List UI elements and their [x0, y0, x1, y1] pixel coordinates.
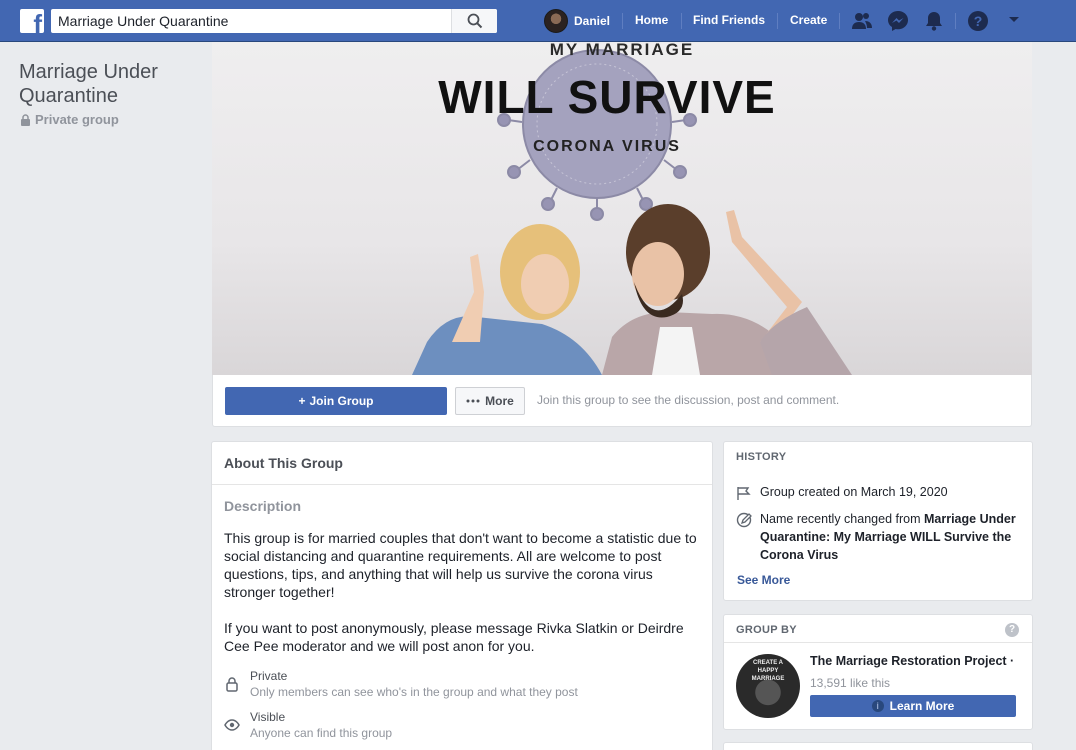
search-button[interactable]	[451, 9, 497, 33]
visibility-title: Visible	[250, 710, 286, 724]
find-friends-link[interactable]: Find Friends	[693, 13, 765, 27]
home-link[interactable]: Home	[635, 13, 668, 27]
cover-photo[interactable]: MY MARRIAGE WILL SURVIVE CORONA VIRUS	[212, 42, 1032, 375]
learn-more-button[interactable]: i Learn More	[810, 695, 1016, 717]
more-button[interactable]: More	[455, 387, 525, 415]
group-by-card: GROUP BY ? CREATE A HAPPY MARRIAGE The M…	[723, 614, 1033, 730]
avatar-text-line: CREATE A	[753, 660, 783, 666]
friend-requests-icon[interactable]	[851, 10, 873, 32]
join-hint-text: Join this group to see the discussion, p…	[537, 393, 840, 407]
description-text: This group is for married couples that d…	[224, 530, 697, 654]
privacy-info-row: Private Only members can see who's in th…	[224, 669, 578, 699]
nav-divider	[777, 13, 778, 29]
lock-icon	[21, 113, 30, 126]
join-group-label: Join Group	[309, 394, 374, 408]
top-navigation-bar: f Daniel Home Find Friends Create ?	[0, 0, 1076, 42]
about-card-title: About This Group	[212, 442, 712, 485]
notifications-icon[interactable]	[923, 10, 945, 32]
nav-divider	[955, 13, 956, 29]
flag-icon	[737, 487, 751, 500]
privacy-title: Private	[250, 669, 288, 683]
nav-divider	[622, 13, 623, 29]
profile-link[interactable]: Daniel	[544, 9, 610, 33]
account-menu-icon[interactable]	[1008, 16, 1020, 24]
learn-more-label: Learn More	[889, 699, 955, 713]
page-name-link[interactable]: The Marriage Restoration Project ·	[810, 654, 1020, 668]
history-label: HISTORY	[736, 451, 787, 463]
search-icon	[467, 13, 483, 29]
visibility-subtitle: Anyone can find this group	[250, 726, 393, 740]
next-sidebar-card	[723, 742, 1033, 750]
group-action-bar: + Join Group More Join this group to see…	[212, 375, 1032, 427]
search-input[interactable]	[51, 9, 451, 33]
edit-icon	[736, 512, 752, 528]
help-icon[interactable]: ?	[967, 10, 989, 32]
create-link[interactable]: Create	[790, 13, 827, 27]
privacy-text: Private group	[35, 112, 119, 127]
history-renamed-row: Name recently changed from Marriage Unde…	[736, 510, 1022, 564]
visibility-info-row: Visible Anyone can find this group	[224, 710, 392, 740]
nav-divider	[681, 13, 682, 29]
history-created-text: Group created on March 19, 2020	[760, 485, 948, 499]
facebook-logo-icon[interactable]: f	[20, 9, 44, 33]
avatar-text-line: HAPPY	[757, 668, 779, 674]
plus-icon: +	[298, 394, 306, 408]
cover-heading-main: WILL SURVIVE	[438, 71, 776, 123]
privacy-label: Private group	[20, 112, 119, 127]
svg-text:?: ?	[974, 13, 983, 29]
more-dots-icon	[466, 399, 480, 403]
avatar	[544, 9, 568, 33]
more-label: More	[485, 394, 514, 408]
history-card: HISTORY Group created on March 19, 2020 …	[723, 441, 1033, 601]
messenger-icon[interactable]	[887, 10, 909, 32]
divider	[724, 642, 1032, 643]
cover-heading-bottom: CORONA VIRUS	[533, 138, 681, 155]
nav-divider	[839, 13, 840, 29]
see-more-link[interactable]: See More	[737, 573, 790, 587]
page-avatar[interactable]: CREATE A HAPPY MARRIAGE	[736, 654, 800, 718]
profile-name: Daniel	[574, 14, 611, 28]
eye-icon	[224, 719, 240, 731]
cover-heading-top: MY MARRIAGE	[549, 42, 695, 59]
about-group-card: About This Group Description This group …	[211, 441, 713, 750]
page-likes: 13,591 like this	[810, 676, 891, 690]
group-name[interactable]: Marriage Under Quarantine	[19, 60, 189, 108]
description-label: Description	[224, 498, 302, 514]
info-icon: i	[871, 700, 884, 712]
privacy-subtitle: Only members can see who's in the group …	[250, 685, 578, 699]
avatar-text-line: MARRIAGE	[751, 676, 785, 682]
lock-icon	[226, 677, 238, 692]
history-renamed-prefix: Name recently changed from	[760, 512, 921, 526]
search-box	[51, 9, 497, 33]
history-created-row: Group created on March 19, 2020	[736, 483, 948, 501]
help-icon[interactable]: ?	[1005, 623, 1019, 637]
join-group-button[interactable]: + Join Group	[225, 387, 447, 415]
group-by-label: GROUP BY	[736, 624, 797, 636]
